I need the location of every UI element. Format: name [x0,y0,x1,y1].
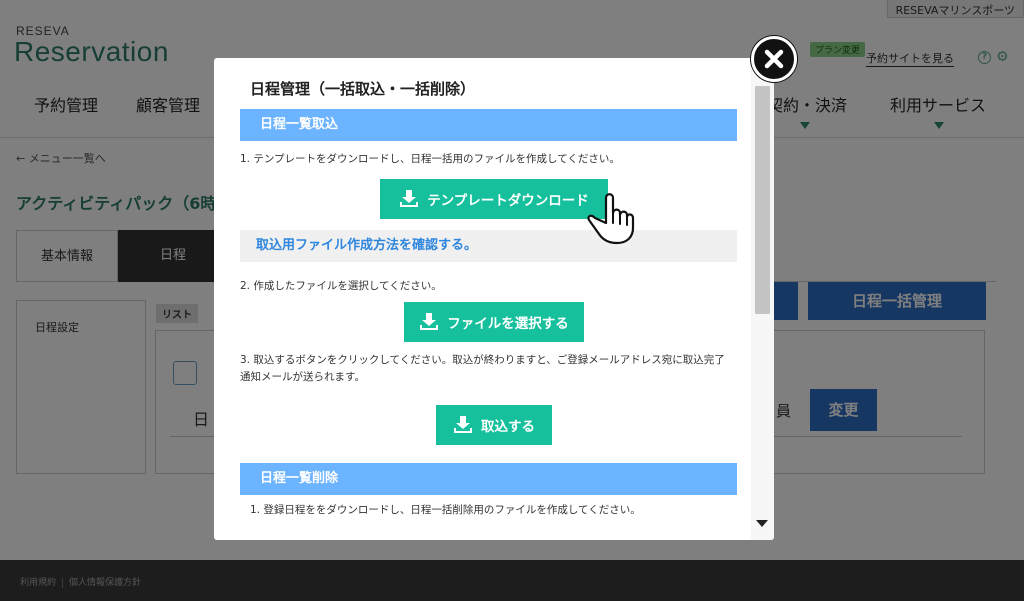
select-file-button[interactable]: ファイルを選択する [404,302,584,342]
modal-scrollbar-thumb[interactable] [755,86,770,314]
download-icon [400,190,419,207]
scroll-down-arrow-icon[interactable] [756,520,768,527]
howto-link[interactable]: 取込用ファイル作成方法を確認する。 [240,230,737,262]
import-step-3-line-2: 通知メールが送られます。 [240,371,365,383]
import-button[interactable]: 取込する [436,405,552,445]
select-file-label: ファイルを選択する [447,316,569,332]
schedule-import-modal: 日程管理（一括取込・一括削除） 日程一覧取込 1. テンプレートをダウンロードし… [214,58,774,540]
modal-close-button[interactable] [751,36,797,82]
modal-title: 日程管理（一括取込・一括削除） [250,80,476,98]
hand-pointer-icon [587,193,635,245]
import-label: 取込する [481,419,535,435]
import-section-header: 日程一覧取込 [240,109,737,141]
close-icon [764,49,784,69]
delete-step-1: 1. 登録日程ををダウンロードし、日程一括削除用のファイルを作成してください。 [250,504,641,516]
delete-section-header: 日程一覧削除 [240,463,737,495]
template-download-label: テンプレートダウンロード [427,193,589,209]
template-download-button[interactable]: テンプレートダウンロード [380,179,608,219]
import-step-3-line-1: 3. 取込するボタンをクリックしてください。取込が終わりますと、ご登録メールアド… [240,354,725,366]
download-icon [454,416,472,433]
import-step-2: 2. 作成したファイルを選択してください。 [240,280,442,292]
download-icon [420,313,439,330]
import-step-1: 1. テンプレートをダウンロードし、日程一括用のファイルを作成してください。 [240,153,620,165]
